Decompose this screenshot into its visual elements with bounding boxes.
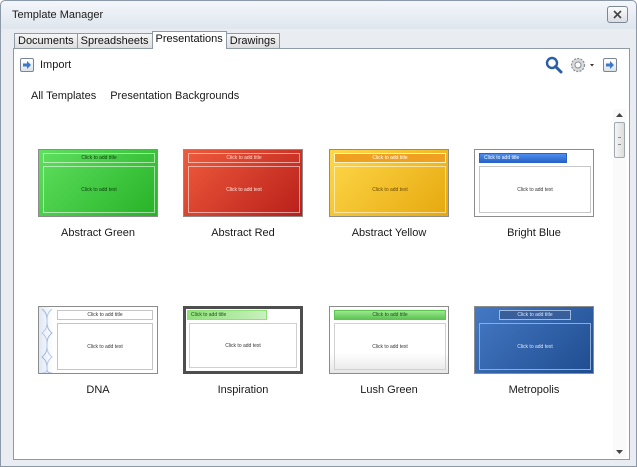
tab-presentations[interactable]: Presentations bbox=[151, 31, 227, 49]
thumbnail-title-placeholder: Click to add title bbox=[43, 153, 155, 163]
template-thumbnail: Click to add title Click to add text bbox=[183, 149, 303, 217]
scroll-thumb[interactable] bbox=[614, 122, 625, 158]
import-button[interactable]: Import bbox=[20, 55, 71, 75]
template-thumbnail: Click to add title Click to add text bbox=[474, 306, 594, 374]
template-thumbnail: Click to add title Click to add text bbox=[329, 149, 449, 217]
template-thumbnail: Click to add title Click to add text bbox=[183, 306, 303, 374]
template-name: Inspiration bbox=[217, 384, 269, 396]
thumbnail-title-placeholder: Click to add title bbox=[187, 310, 267, 320]
template-thumbnail: Click to add title Click to add text bbox=[329, 306, 449, 374]
thumbnail-body-placeholder: Click to add text bbox=[479, 323, 591, 370]
thumbnail-body-placeholder: Click to add text bbox=[334, 323, 446, 370]
tab-drawings[interactable]: Drawings bbox=[225, 33, 280, 49]
gear-icon[interactable] bbox=[569, 56, 597, 74]
thumbnail-body-placeholder: Click to add text bbox=[43, 166, 155, 213]
import-arrow-icon bbox=[20, 58, 34, 72]
templates-panel: Import All Templates Presentation Backgr… bbox=[13, 48, 630, 460]
thumbnail-title-placeholder: Click to add title bbox=[334, 153, 446, 163]
presentation-backgrounds-link[interactable]: Presentation Backgrounds bbox=[110, 90, 239, 102]
thumbnail-title-placeholder: Click to add title bbox=[479, 153, 567, 163]
template-name: DNA bbox=[86, 384, 110, 396]
thumbnail-title-placeholder: Click to add title bbox=[188, 153, 300, 163]
import-label: Import bbox=[40, 59, 72, 71]
close-icon bbox=[613, 10, 622, 19]
scroll-down-arrow-icon[interactable] bbox=[613, 446, 626, 458]
title-bar: Template Manager bbox=[1, 1, 636, 29]
thumbnail-body-placeholder: Click to add text bbox=[189, 323, 297, 368]
close-button[interactable] bbox=[607, 6, 628, 23]
dna-helix-icon bbox=[41, 309, 53, 373]
search-icon[interactable] bbox=[545, 56, 563, 74]
vertical-scrollbar[interactable] bbox=[613, 109, 626, 458]
template-thumbnail: Click to add title Click to add text bbox=[38, 149, 158, 217]
thumbnail-title-placeholder: Click to add title bbox=[334, 310, 446, 320]
all-templates-link[interactable]: All Templates bbox=[31, 90, 96, 102]
template-name: Bright Blue bbox=[507, 227, 561, 239]
template-name: Metropolis bbox=[508, 384, 560, 396]
template-thumbnail: Click to add title Click to add text bbox=[38, 306, 158, 374]
scroll-up-arrow-icon[interactable] bbox=[613, 109, 626, 121]
thumbnail-body-placeholder: Click to add text bbox=[57, 323, 153, 370]
thumbnail-body-placeholder: Click to add text bbox=[188, 166, 300, 213]
thumbnail-body-placeholder: Click to add text bbox=[479, 166, 591, 213]
tab-documents[interactable]: Documents bbox=[14, 33, 78, 49]
export-arrow-icon[interactable] bbox=[603, 58, 617, 72]
template-thumbnail: Click to add title Click to add text bbox=[474, 149, 594, 217]
template-filters: All Templates Presentation Backgrounds bbox=[31, 90, 239, 102]
thumbnail-title-placeholder: Click to add title bbox=[57, 310, 153, 320]
category-tabs: Documents Spreadsheets Presentations Dra… bbox=[14, 31, 280, 49]
template-name: Abstract Red bbox=[211, 227, 275, 239]
window-title: Template Manager bbox=[12, 9, 104, 21]
template-name: Abstract Green bbox=[61, 227, 135, 239]
thumbnail-title-placeholder: Click to add title bbox=[499, 310, 571, 320]
thumbnail-body-placeholder: Click to add text bbox=[334, 166, 446, 213]
template-name: Lush Green bbox=[360, 384, 418, 396]
toolbar-right bbox=[545, 55, 617, 75]
template-name: Abstract Yellow bbox=[351, 227, 427, 239]
template-manager-window: Template Manager Documents Spreadsheets … bbox=[0, 0, 637, 467]
tab-spreadsheets[interactable]: Spreadsheets bbox=[76, 33, 153, 49]
